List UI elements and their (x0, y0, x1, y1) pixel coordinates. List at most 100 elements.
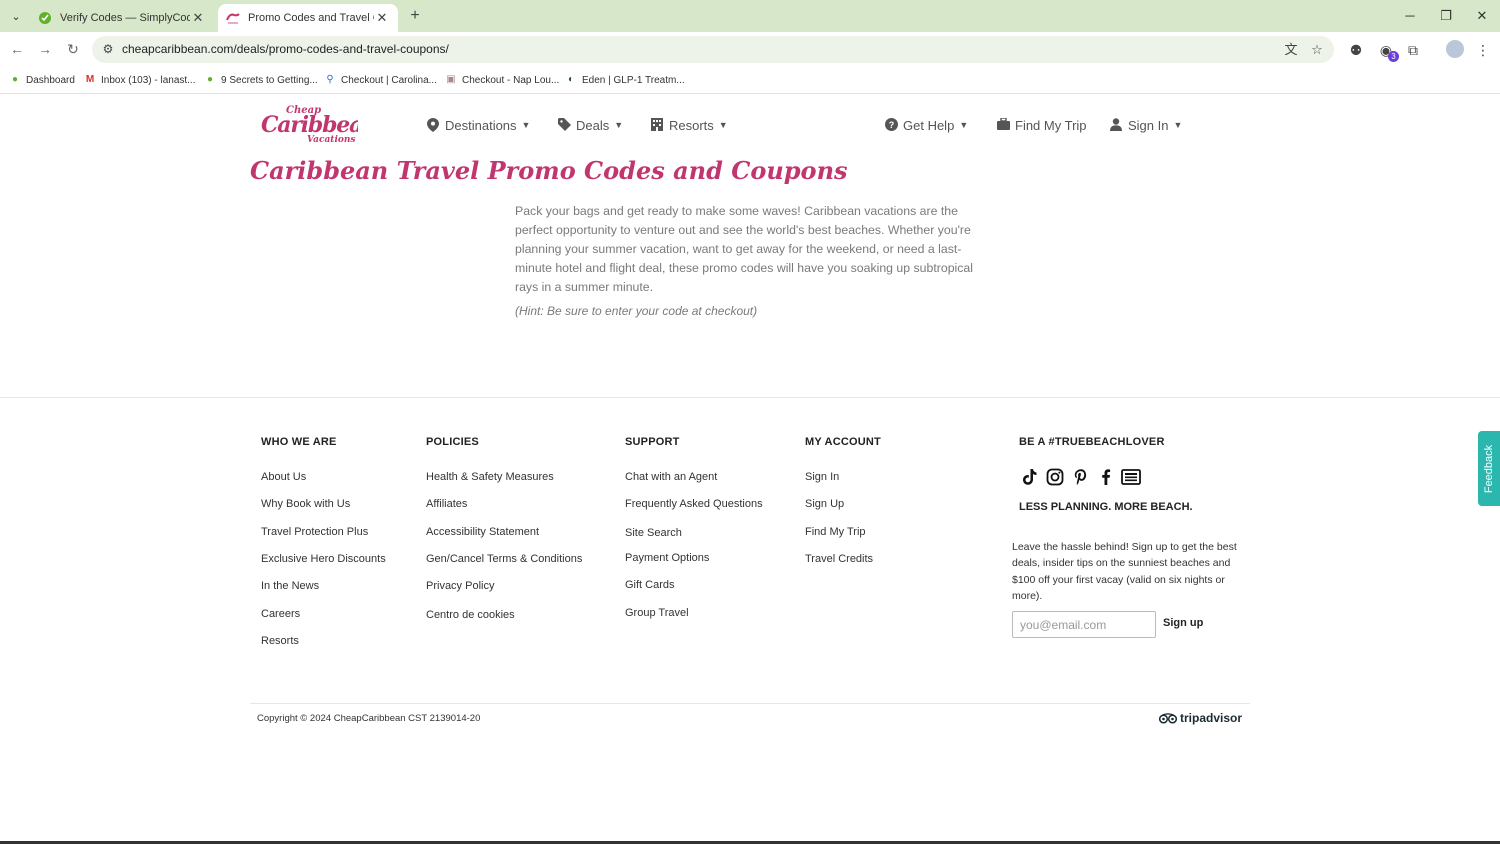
nav-get-help-label: Get Help (903, 117, 955, 133)
forward-icon[interactable]: → (35, 39, 55, 59)
footer-link-chat-agent[interactable]: Chat with an Agent (625, 471, 717, 483)
email-input[interactable] (1012, 611, 1156, 638)
bookmark-eden[interactable]: ◐ Eden | GLP-1 Treatm... (565, 72, 685, 88)
footer-link-hero-discounts[interactable]: Exclusive Hero Discounts (261, 553, 386, 565)
back-icon[interactable]: ← (7, 39, 27, 59)
footer-title-social: BE A #TRUEBEACHLOVER (1019, 436, 1165, 448)
profile-avatar[interactable] (1446, 40, 1464, 58)
tab-close-icon[interactable]: ✕ (190, 10, 206, 26)
footer-link-group-travel[interactable]: Group Travel (625, 607, 689, 619)
footer-link-site-search[interactable]: Site Search (625, 527, 682, 539)
chevron-down-icon: ▼ (521, 120, 531, 130)
url-text: cheapcaribbean.com/deals/promo-codes-and… (122, 42, 449, 56)
extension-icon[interactable]: ⚉ (1346, 40, 1366, 60)
footer-link-accessibility[interactable]: Accessibility Statement (426, 526, 539, 538)
footer-link-why-book[interactable]: Why Book with Us (261, 498, 350, 510)
footer-link-in-the-news[interactable]: In the News (261, 580, 319, 592)
nav-get-help[interactable]: ? Get Help ▼ (884, 116, 968, 134)
user-icon (1109, 118, 1123, 132)
chevron-down-icon: ▼ (718, 120, 728, 130)
address-bar[interactable]: ⚙ cheapcaribbean.com/deals/promo-codes-a… (92, 36, 1334, 63)
footer-title-policies: POLICIES (426, 436, 479, 448)
footer-link-travel-protection[interactable]: Travel Protection Plus (261, 526, 368, 538)
bookmark-label: Checkout - Nap Lou... (462, 74, 560, 86)
bookmark-label: 9 Secrets to Getting... (221, 74, 318, 86)
new-tab-icon[interactable]: + (405, 6, 425, 26)
nav-sign-in[interactable]: Sign In ▼ (1109, 116, 1182, 134)
footer-link-find-my-trip[interactable]: Find My Trip (805, 526, 866, 538)
pinterest-icon[interactable] (1072, 468, 1090, 486)
tab-verify-codes[interactable]: Verify Codes — SimplyCodes ✕ (30, 4, 214, 32)
instagram-icon[interactable] (1046, 468, 1064, 486)
footer-title-who-we-are: WHO WE ARE (261, 436, 337, 448)
window-close-icon[interactable]: ✕ (1468, 6, 1496, 26)
svg-text:?: ? (888, 120, 894, 130)
reload-icon[interactable]: ↻ (63, 39, 83, 59)
browser-menu-icon[interactable]: ⋮ (1473, 40, 1493, 60)
cheapcaribbean-logo[interactable]: Cheap Caribbean Vacations (260, 102, 358, 144)
nav-destinations[interactable]: Destinations ▼ (426, 116, 530, 134)
footer-divider (0, 397, 1500, 398)
sign-up-button[interactable]: Sign up (1163, 617, 1203, 629)
nav-resorts[interactable]: Resorts ▼ (650, 116, 728, 134)
bookmark-checkout-carolina[interactable]: ⚲ Checkout | Carolina... (324, 72, 437, 88)
footer-link-terms[interactable]: Gen/Cancel Terms & Conditions (426, 553, 582, 565)
blog-newspaper-icon[interactable] (1121, 468, 1141, 486)
footer-link-sign-in[interactable]: Sign In (805, 471, 839, 483)
bookmarks-bar: ● Dashboard M Inbox (103) - lanast... ● … (0, 66, 1500, 94)
site-info-icon[interactable]: ⚙ (100, 41, 116, 57)
footer-title-my-account: MY ACCOUNT (805, 436, 881, 448)
extension-badge: 3 (1388, 51, 1399, 62)
bottom-divider (250, 703, 1250, 704)
simplycodes-extension-icon[interactable]: ◉ 3 (1376, 40, 1399, 62)
nav-find-my-trip[interactable]: Find My Trip (996, 116, 1087, 134)
bookmark-dashboard[interactable]: ● Dashboard (9, 72, 75, 88)
footer-link-careers[interactable]: Careers (261, 608, 300, 620)
footer-link-about-us[interactable]: About Us (261, 471, 306, 483)
footer-link-health-safety[interactable]: Health & Safety Measures (426, 471, 554, 483)
simplycodes-icon: ● (206, 74, 214, 85)
page-title: Caribbean Travel Promo Codes and Coupons (250, 156, 848, 185)
eden-icon: ◐ (567, 74, 575, 85)
copyright-text: Copyright © 2024 CheapCaribbean CST 2139… (257, 713, 481, 724)
bookmark-9-secrets[interactable]: ● 9 Secrets to Getting... (204, 72, 318, 88)
bookmark-checkout-nap[interactable]: ▣ Checkout - Nap Lou... (445, 72, 559, 88)
footer-link-gift-cards[interactable]: Gift Cards (625, 579, 675, 591)
simplycodes-icon (39, 12, 51, 24)
map-pin-icon (426, 118, 440, 132)
restore-icon[interactable]: ❐ (1432, 6, 1460, 26)
page-icon: ▣ (446, 74, 456, 85)
bookmark-inbox[interactable]: M Inbox (103) - lanast... (84, 72, 196, 88)
footer-link-privacy[interactable]: Privacy Policy (426, 580, 494, 592)
tab-promo-codes[interactable]: Promo Codes and Travel Coupo ✕ (218, 4, 398, 32)
tab-title: Verify Codes — SimplyCodes (60, 12, 190, 24)
tripadvisor-owl-icon (1159, 712, 1177, 724)
facebook-icon[interactable] (1097, 468, 1115, 486)
browser-tabstrip: ⌄ Verify Codes — SimplyCodes ✕ Promo Cod… (0, 0, 1500, 32)
tag-icon (557, 118, 571, 132)
footer-link-cookies[interactable]: Centro de cookies (426, 609, 515, 621)
footer-link-resorts[interactable]: Resorts (261, 635, 299, 647)
nav-sign-in-label: Sign In (1128, 117, 1169, 133)
chevron-down-icon: ▼ (1173, 120, 1183, 130)
tab-search-chevron-icon[interactable]: ⌄ (6, 6, 26, 26)
tiktok-icon[interactable] (1021, 468, 1039, 486)
feedback-tab[interactable]: Feedback (1478, 431, 1500, 506)
nav-resorts-label: Resorts (669, 117, 714, 133)
bookmark-star-icon[interactable]: ☆ (1308, 41, 1326, 59)
footer-link-payment-options[interactable]: Payment Options (625, 552, 709, 564)
chevron-down-icon: ▼ (614, 120, 624, 130)
extensions-puzzle-icon[interactable]: ⧉ (1403, 40, 1423, 60)
minimize-icon[interactable]: ─ (1396, 6, 1424, 26)
footer-link-sign-up[interactable]: Sign Up (805, 498, 844, 510)
nav-deals[interactable]: Deals ▼ (557, 116, 623, 134)
bookmark-label: Checkout | Carolina... (341, 74, 437, 86)
footer-link-travel-credits[interactable]: Travel Credits (805, 553, 873, 565)
tripadvisor-logo[interactable]: tripadvisor (1159, 710, 1242, 726)
nav-deals-label: Deals (576, 117, 610, 133)
footer-link-faq[interactable]: Frequently Asked Questions (625, 498, 763, 510)
footer-link-affiliates[interactable]: Affiliates (426, 498, 467, 510)
tab-close-icon[interactable]: ✕ (374, 10, 390, 26)
svg-text:Vacations: Vacations (307, 135, 356, 144)
translate-icon[interactable]: 文 (1282, 41, 1300, 59)
